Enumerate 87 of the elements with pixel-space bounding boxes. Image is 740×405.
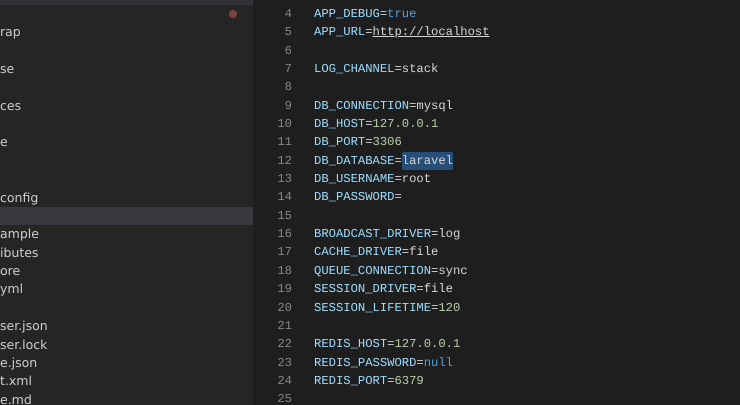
env-key: DB_DATABASE	[314, 152, 394, 170]
file-name[interactable]: ser.lock	[0, 336, 48, 352]
equals-sign: =	[365, 134, 373, 152]
file-name[interactable]: ser.json	[0, 318, 48, 334]
file-name[interactable]: yml	[0, 281, 24, 296]
file-name[interactable]: ces	[0, 98, 22, 113]
env-key: REDIS_HOST	[314, 335, 388, 354]
file-name[interactable]: ibutes	[0, 244, 38, 260]
file-name[interactable]: e.json	[0, 355, 38, 370]
env-key: DB_CONNECTION	[314, 96, 410, 116]
env-value: 127.0.0.1	[372, 116, 438, 134]
equals-sign: =	[431, 226, 438, 244]
env-key: DB_HOST	[314, 115, 366, 134]
line-number: 24	[276, 372, 292, 390]
line-number: 15	[276, 208, 292, 225]
equals-sign: =	[387, 336, 394, 354]
line-number: 6	[284, 42, 292, 60]
equals-sign: =	[387, 372, 394, 390]
line-number: 20	[276, 300, 292, 316]
file-name[interactable]: ample	[0, 226, 39, 242]
line-number: 16	[276, 226, 292, 244]
file-name[interactable]: e	[0, 134, 8, 150]
env-key: BROADCAST_DRIVER	[314, 225, 432, 244]
env-value: file	[424, 281, 453, 298]
env-key: REDIS_PASSWORD	[314, 354, 416, 372]
equals-sign: =	[431, 300, 438, 316]
equals-sign: =	[365, 116, 373, 134]
equals-sign: =	[394, 152, 402, 170]
env-key: SESSION_DRIVER	[314, 280, 416, 298]
equals-sign: =	[402, 244, 410, 262]
env-key: APP_URL	[314, 23, 366, 42]
line-number: 11	[276, 134, 292, 152]
env-value: stack	[402, 61, 438, 78]
equals-sign: =	[394, 61, 402, 78]
env-value: true	[387, 6, 416, 23]
equals-sign: =	[365, 24, 373, 42]
line-number: 9	[284, 98, 292, 115]
env-value: null	[424, 354, 453, 372]
line-number: 12	[276, 152, 292, 170]
env-key: QUEUE_CONNECTION	[314, 262, 432, 280]
env-value: root	[402, 171, 432, 188]
env-key: DB_PASSWORD	[314, 188, 394, 207]
line-number: 7	[284, 61, 292, 78]
selected-row[interactable]	[0, 206, 253, 226]
line-number: 14	[276, 189, 292, 206]
env-key: CACHE_DRIVER	[314, 243, 402, 262]
line-number: 8	[284, 79, 292, 96]
line-number: 22	[276, 336, 292, 354]
equals-sign: =	[394, 171, 402, 188]
highlighted-value: laravel	[402, 152, 453, 170]
line-number: 23	[276, 354, 292, 372]
env-value: 6379	[394, 372, 424, 390]
line-number: 5	[284, 24, 292, 42]
equals-sign: =	[409, 98, 416, 115]
env-key: DB_PORT	[314, 133, 366, 152]
line-number: 13	[276, 171, 292, 188]
line-number: 18	[276, 262, 292, 280]
equals-sign: =	[416, 354, 424, 372]
file-name[interactable]: t.xml	[0, 373, 32, 388]
env-key: REDIS_PORT	[314, 372, 388, 390]
env-key: SESSION_LIFETIME	[314, 298, 432, 317]
line-number: 19	[276, 281, 292, 298]
env-value: file	[409, 244, 438, 262]
file-name[interactable]: se	[0, 60, 14, 76]
file-name[interactable]: e.md	[0, 392, 32, 405]
equals-sign: =	[394, 189, 402, 206]
env-value: 3306	[372, 134, 402, 152]
line-number: 4	[284, 6, 292, 23]
line-number: 25	[276, 391, 292, 405]
env-key: LOG_CHANNEL	[314, 60, 394, 78]
env-value: 120	[438, 300, 460, 316]
equals-sign: =	[431, 262, 438, 280]
equals-sign: =	[416, 281, 424, 298]
line-number: 21	[276, 318, 292, 335]
file-name[interactable]: rap	[0, 24, 21, 39]
env-value: mysql	[416, 98, 453, 115]
env-value: 127.0.0.1	[394, 336, 460, 354]
env-value: log	[438, 226, 460, 244]
file-name[interactable]: config	[0, 190, 38, 205]
env-key: DB_USERNAME	[314, 170, 394, 188]
line-number: 10	[276, 116, 292, 134]
file-name[interactable]: ore	[0, 263, 20, 278]
env-value: sync	[438, 262, 468, 280]
line-number: 17	[276, 244, 292, 262]
equals-sign: =	[380, 6, 388, 23]
env-key: APP_DEBUG	[314, 5, 380, 24]
url-link[interactable]: http://localhost	[372, 23, 490, 42]
